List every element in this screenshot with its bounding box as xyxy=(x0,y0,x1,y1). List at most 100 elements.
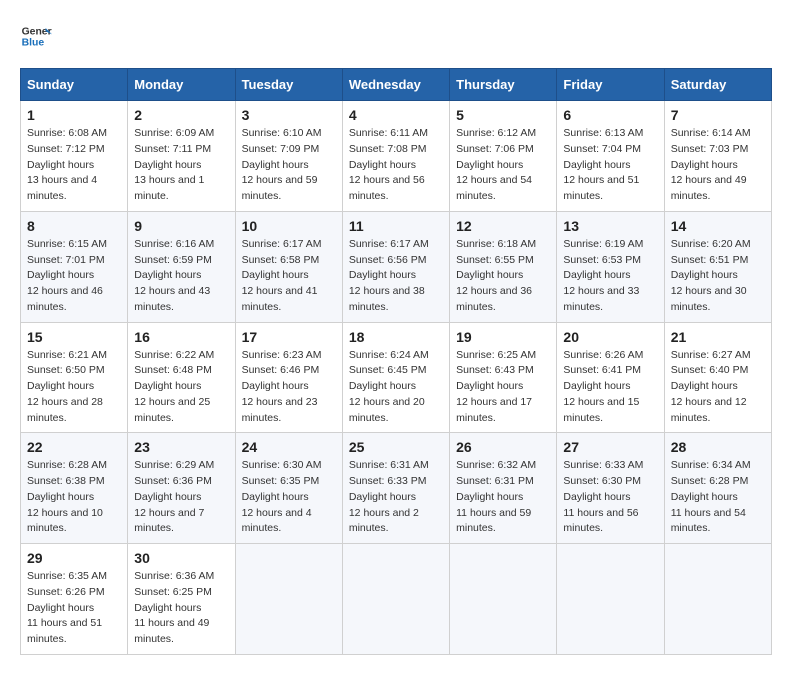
day-number: 4 xyxy=(349,107,443,123)
sunrise-label: Sunrise: 6:16 AM xyxy=(134,238,214,250)
daylight-label: Daylight hours xyxy=(242,491,309,503)
sunset-label: Sunset: 6:55 PM xyxy=(456,254,534,266)
day-number: 15 xyxy=(27,329,121,345)
sunset-label: Sunset: 6:36 PM xyxy=(134,475,212,487)
daylight-duration: 12 hours and 10 minutes. xyxy=(27,507,103,535)
sunrise-label: Sunrise: 6:22 AM xyxy=(134,349,214,361)
sunset-label: Sunset: 6:25 PM xyxy=(134,586,212,598)
week-row-1: 1 Sunrise: 6:08 AM Sunset: 7:12 PM Dayli… xyxy=(21,101,772,212)
day-cell xyxy=(342,544,449,655)
sunset-label: Sunset: 7:06 PM xyxy=(456,143,534,155)
daylight-label: Daylight hours xyxy=(563,380,630,392)
daylight-duration: 12 hours and 43 minutes. xyxy=(134,285,210,313)
day-info: Sunrise: 6:21 AM Sunset: 6:50 PM Dayligh… xyxy=(27,348,121,427)
day-info: Sunrise: 6:08 AM Sunset: 7:12 PM Dayligh… xyxy=(27,126,121,205)
day-cell: 16 Sunrise: 6:22 AM Sunset: 6:48 PM Dayl… xyxy=(128,322,235,433)
day-number: 21 xyxy=(671,329,765,345)
daylight-label: Daylight hours xyxy=(563,159,630,171)
sunrise-label: Sunrise: 6:20 AM xyxy=(671,238,751,250)
day-cell: 9 Sunrise: 6:16 AM Sunset: 6:59 PM Dayli… xyxy=(128,211,235,322)
daylight-label: Daylight hours xyxy=(671,380,738,392)
sunrise-label: Sunrise: 6:28 AM xyxy=(27,459,107,471)
day-info: Sunrise: 6:26 AM Sunset: 6:41 PM Dayligh… xyxy=(563,348,657,427)
sunset-label: Sunset: 6:40 PM xyxy=(671,364,749,376)
daylight-duration: 12 hours and 25 minutes. xyxy=(134,396,210,424)
daylight-label: Daylight hours xyxy=(671,269,738,281)
sunrise-label: Sunrise: 6:19 AM xyxy=(563,238,643,250)
day-number: 3 xyxy=(242,107,336,123)
sunrise-label: Sunrise: 6:24 AM xyxy=(349,349,429,361)
page-header: General Blue xyxy=(20,20,772,52)
day-cell: 13 Sunrise: 6:19 AM Sunset: 6:53 PM Dayl… xyxy=(557,211,664,322)
daylight-label: Daylight hours xyxy=(27,269,94,281)
sunrise-label: Sunrise: 6:10 AM xyxy=(242,127,322,139)
sunset-label: Sunset: 6:26 PM xyxy=(27,586,105,598)
daylight-duration: 12 hours and 4 minutes. xyxy=(242,507,312,535)
day-info: Sunrise: 6:10 AM Sunset: 7:09 PM Dayligh… xyxy=(242,126,336,205)
daylight-duration: 12 hours and 20 minutes. xyxy=(349,396,425,424)
day-cell: 29 Sunrise: 6:35 AM Sunset: 6:26 PM Dayl… xyxy=(21,544,128,655)
daylight-label: Daylight hours xyxy=(27,380,94,392)
day-number: 19 xyxy=(456,329,550,345)
sunrise-label: Sunrise: 6:09 AM xyxy=(134,127,214,139)
sunset-label: Sunset: 7:03 PM xyxy=(671,143,749,155)
sunset-label: Sunset: 7:01 PM xyxy=(27,254,105,266)
daylight-label: Daylight hours xyxy=(456,269,523,281)
day-info: Sunrise: 6:16 AM Sunset: 6:59 PM Dayligh… xyxy=(134,237,228,316)
day-info: Sunrise: 6:31 AM Sunset: 6:33 PM Dayligh… xyxy=(349,458,443,537)
day-number: 25 xyxy=(349,439,443,455)
day-number: 23 xyxy=(134,439,228,455)
day-number: 7 xyxy=(671,107,765,123)
daylight-duration: 12 hours and 38 minutes. xyxy=(349,285,425,313)
day-cell: 2 Sunrise: 6:09 AM Sunset: 7:11 PM Dayli… xyxy=(128,101,235,212)
sunset-label: Sunset: 6:48 PM xyxy=(134,364,212,376)
daylight-duration: 11 hours and 51 minutes. xyxy=(27,617,102,645)
daylight-duration: 12 hours and 46 minutes. xyxy=(27,285,103,313)
sunrise-label: Sunrise: 6:33 AM xyxy=(563,459,643,471)
col-header-sunday: Sunday xyxy=(21,69,128,101)
col-header-saturday: Saturday xyxy=(664,69,771,101)
sunrise-label: Sunrise: 6:11 AM xyxy=(349,127,428,139)
sunset-label: Sunset: 6:45 PM xyxy=(349,364,427,376)
day-number: 28 xyxy=(671,439,765,455)
sunset-label: Sunset: 6:46 PM xyxy=(242,364,320,376)
daylight-duration: 11 hours and 59 minutes. xyxy=(456,507,531,535)
sunset-label: Sunset: 7:12 PM xyxy=(27,143,105,155)
daylight-label: Daylight hours xyxy=(134,491,201,503)
daylight-duration: 11 hours and 56 minutes. xyxy=(563,507,638,535)
day-cell: 27 Sunrise: 6:33 AM Sunset: 6:30 PM Dayl… xyxy=(557,433,664,544)
daylight-label: Daylight hours xyxy=(563,269,630,281)
sunset-label: Sunset: 6:31 PM xyxy=(456,475,534,487)
daylight-duration: 12 hours and 28 minutes. xyxy=(27,396,103,424)
daylight-label: Daylight hours xyxy=(242,159,309,171)
day-cell: 24 Sunrise: 6:30 AM Sunset: 6:35 PM Dayl… xyxy=(235,433,342,544)
day-cell: 20 Sunrise: 6:26 AM Sunset: 6:41 PM Dayl… xyxy=(557,322,664,433)
daylight-label: Daylight hours xyxy=(134,159,201,171)
daylight-label: Daylight hours xyxy=(671,491,738,503)
day-cell: 30 Sunrise: 6:36 AM Sunset: 6:25 PM Dayl… xyxy=(128,544,235,655)
daylight-label: Daylight hours xyxy=(27,159,94,171)
sunset-label: Sunset: 6:51 PM xyxy=(671,254,749,266)
sunset-label: Sunset: 6:56 PM xyxy=(349,254,427,266)
day-cell: 11 Sunrise: 6:17 AM Sunset: 6:56 PM Dayl… xyxy=(342,211,449,322)
sunset-label: Sunset: 6:35 PM xyxy=(242,475,320,487)
sunrise-label: Sunrise: 6:27 AM xyxy=(671,349,751,361)
sunrise-label: Sunrise: 6:36 AM xyxy=(134,570,214,582)
day-cell: 5 Sunrise: 6:12 AM Sunset: 7:06 PM Dayli… xyxy=(450,101,557,212)
week-row-4: 22 Sunrise: 6:28 AM Sunset: 6:38 PM Dayl… xyxy=(21,433,772,544)
day-cell: 17 Sunrise: 6:23 AM Sunset: 6:46 PM Dayl… xyxy=(235,322,342,433)
sunset-label: Sunset: 7:09 PM xyxy=(242,143,320,155)
sunrise-label: Sunrise: 6:25 AM xyxy=(456,349,536,361)
sunrise-label: Sunrise: 6:17 AM xyxy=(349,238,429,250)
daylight-duration: 12 hours and 2 minutes. xyxy=(349,507,419,535)
sunset-label: Sunset: 6:58 PM xyxy=(242,254,320,266)
day-info: Sunrise: 6:15 AM Sunset: 7:01 PM Dayligh… xyxy=(27,237,121,316)
sunset-label: Sunset: 7:08 PM xyxy=(349,143,427,155)
sunrise-label: Sunrise: 6:14 AM xyxy=(671,127,751,139)
sunrise-label: Sunrise: 6:23 AM xyxy=(242,349,322,361)
day-number: 14 xyxy=(671,218,765,234)
week-row-3: 15 Sunrise: 6:21 AM Sunset: 6:50 PM Dayl… xyxy=(21,322,772,433)
daylight-duration: 12 hours and 30 minutes. xyxy=(671,285,747,313)
day-info: Sunrise: 6:17 AM Sunset: 6:56 PM Dayligh… xyxy=(349,237,443,316)
logo-icon: General Blue xyxy=(20,20,52,52)
